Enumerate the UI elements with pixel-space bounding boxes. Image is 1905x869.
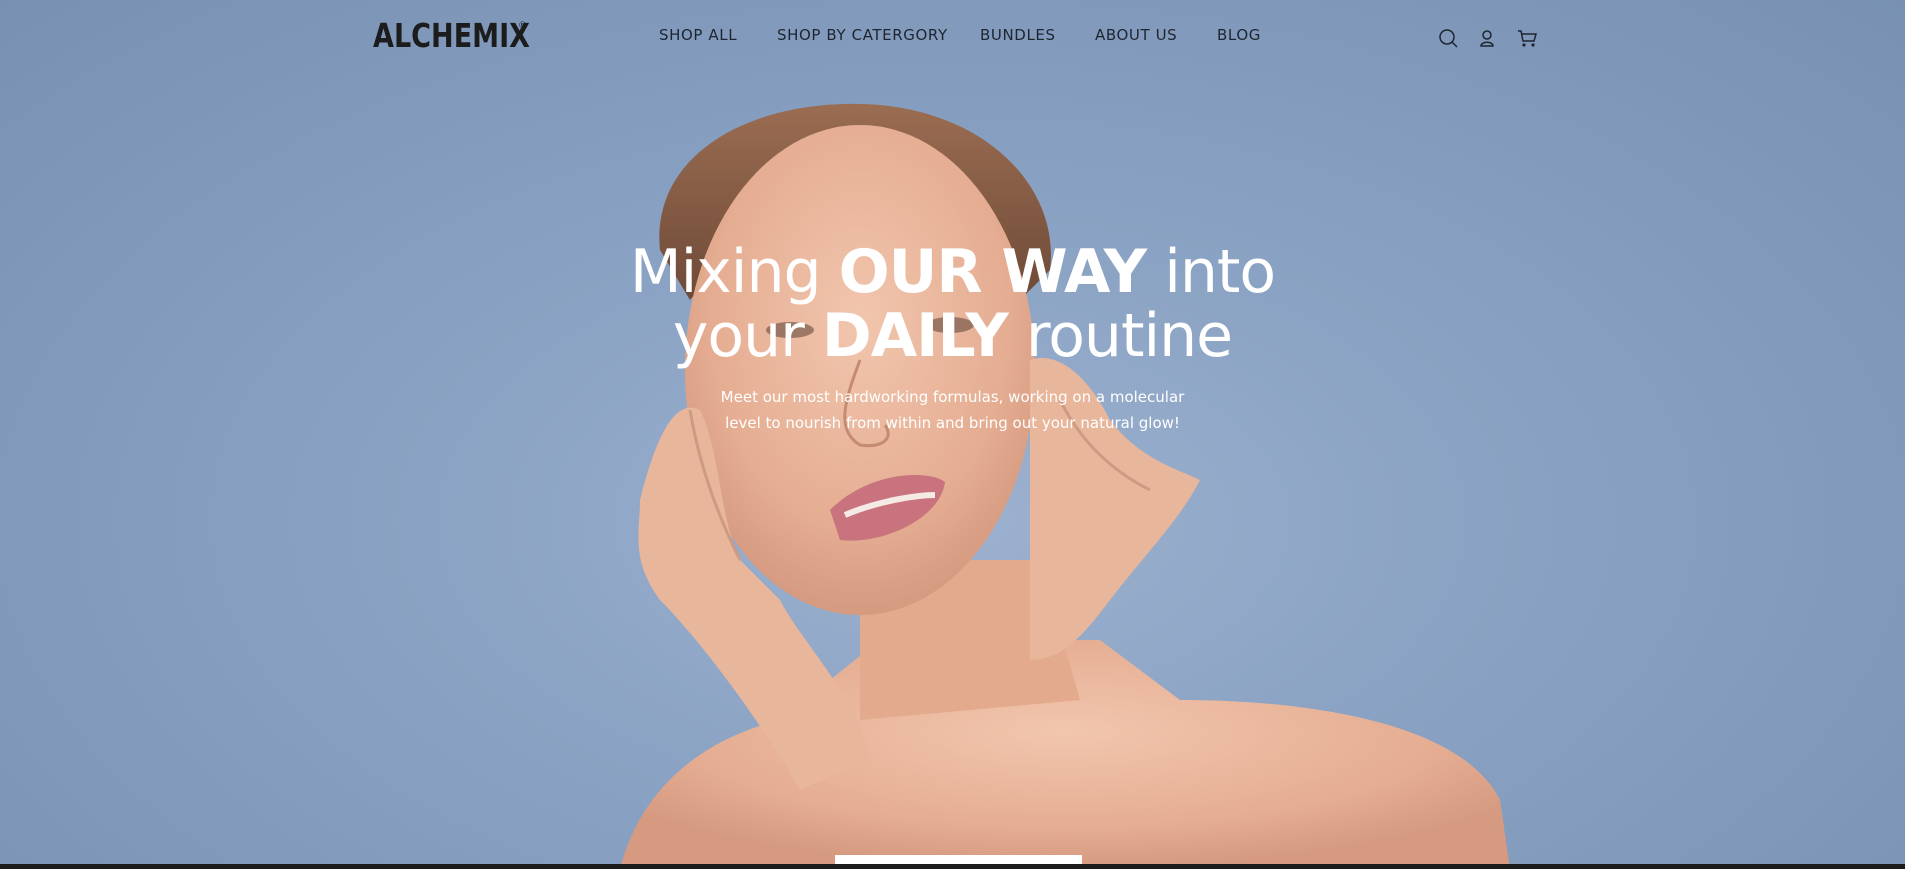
hero-line1-part-a: Mixing <box>629 237 839 307</box>
site-header: ALCHEMIX ® SHOP ALL SHOP BY CATERGORY BU… <box>0 0 1905 76</box>
hero-line1-emphasis: OUR WAY <box>838 237 1147 307</box>
nav-item-about-us[interactable]: ABOUT US <box>1095 26 1177 44</box>
hero-line2-part-c: routine <box>1007 301 1233 371</box>
hero-headline-line-1: Mixing OUR WAY into <box>0 240 1905 304</box>
nav-item-bundles[interactable]: BUNDLES <box>980 26 1056 44</box>
hero-subtext-line-2: level to nourish from within and bring o… <box>725 414 1180 432</box>
account-icon[interactable] <box>1476 27 1498 49</box>
hero-line1-part-c: into <box>1146 237 1276 307</box>
search-icon[interactable] <box>1437 27 1459 49</box>
page: ALCHEMIX ® SHOP ALL SHOP BY CATERGORY BU… <box>0 0 1905 869</box>
hero-headline-line-2: your DAILY routine <box>0 304 1905 368</box>
hero-subtext: Meet our most hardworking formulas, work… <box>0 384 1905 436</box>
bottom-bar <box>0 864 1905 869</box>
brand-logo[interactable]: ALCHEMIX <box>373 16 530 56</box>
registered-mark: ® <box>518 21 527 31</box>
nav-item-shop-all[interactable]: SHOP ALL <box>659 26 737 44</box>
hero-headline: Mixing OUR WAY into your DAILY routine <box>0 240 1905 368</box>
hero-line2-emphasis: DAILY <box>821 301 1009 371</box>
hero-line2-part-a: your <box>672 301 822 371</box>
nav-item-shop-by-category[interactable]: SHOP BY CATERGORY <box>777 26 948 44</box>
nav-item-blog[interactable]: BLOG <box>1217 26 1261 44</box>
cart-icon[interactable] <box>1516 27 1538 49</box>
hero-subtext-line-1: Meet our most hardworking formulas, work… <box>720 388 1185 406</box>
